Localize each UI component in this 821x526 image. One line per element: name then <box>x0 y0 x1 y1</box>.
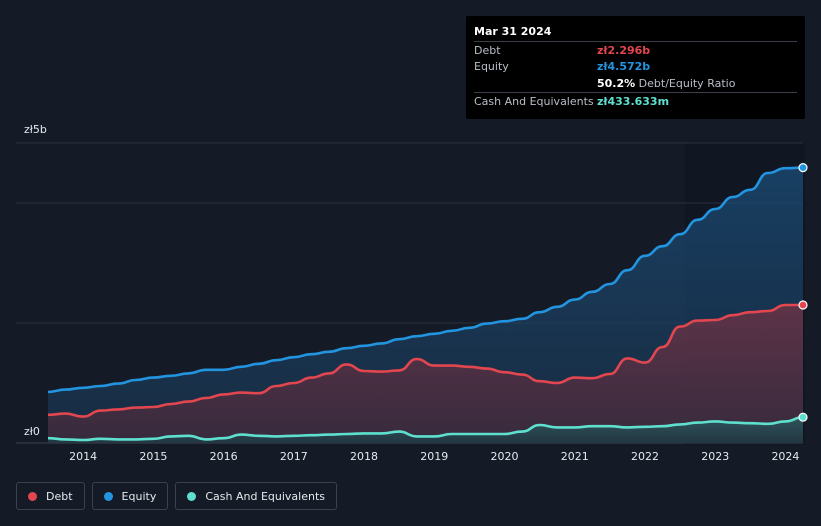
x-tick-label: 2023 <box>701 450 729 463</box>
x-tick-label: 2021 <box>561 450 589 463</box>
legend-label-cash: Cash And Equivalents <box>205 489 325 503</box>
tooltip-debt-label: Debt <box>474 44 501 57</box>
tooltip-cash-value: zł433.633m <box>597 95 670 108</box>
y-tick-label: zł5b <box>24 123 47 136</box>
legend-label-equity: Equity <box>121 489 157 503</box>
x-tick-label: 2018 <box>350 450 378 463</box>
tooltip-row-cash: Cash And Equivalents zł433.633m <box>474 92 797 110</box>
x-tick-label: 2014 <box>69 450 97 463</box>
tooltip-row-equity: Equity zł4.572b <box>474 58 797 75</box>
x-tick-label: 2019 <box>420 450 448 463</box>
tooltip-row-debt: Debt zł2.296b <box>474 41 797 59</box>
tooltip-debt-value: zł2.296b <box>597 44 651 57</box>
legend-item-debt[interactable]: Debt <box>16 482 85 510</box>
x-tick-label: 2020 <box>491 450 519 463</box>
x-tick-label: 2022 <box>631 450 659 463</box>
tooltip-row-ratio: 50.2% Debt/Equity Ratio <box>474 75 797 92</box>
y-tick-label: zł0 <box>24 425 40 438</box>
legend-item-equity[interactable]: Equity <box>91 482 169 510</box>
tooltip-ratio-value: 50.2% <box>597 77 636 90</box>
cash-end-marker <box>798 412 808 422</box>
x-tick-label: 2024 <box>771 450 799 463</box>
equity-dot-icon <box>103 491 113 501</box>
chart-legend: Debt Equity Cash And Equivalents <box>16 482 337 510</box>
tooltip-equity-value: zł4.572b <box>597 60 651 73</box>
x-tick-label: 2017 <box>280 450 308 463</box>
legend-item-cash[interactable]: Cash And Equivalents <box>175 482 337 510</box>
equity-end-marker <box>798 163 808 173</box>
tooltip-equity-label: Equity <box>474 60 509 73</box>
debt-end-marker <box>798 300 808 310</box>
x-tick-label: 2015 <box>139 450 167 463</box>
cash-dot-icon <box>187 491 197 501</box>
debt-dot-icon <box>28 491 37 501</box>
legend-label-debt: Debt <box>46 489 73 503</box>
tooltip-ratio: 50.2% Debt/Equity Ratio <box>597 77 735 90</box>
x-tick-label: 2016 <box>210 450 238 463</box>
tooltip-cash-label: Cash And Equivalents <box>474 95 594 108</box>
tooltip-ratio-label: Debt/Equity Ratio <box>638 77 736 90</box>
tooltip-panel: Mar 31 2024 Debt zł2.296b Equity zł4.572… <box>466 16 805 119</box>
tooltip-date: Mar 31 2024 <box>474 25 552 38</box>
